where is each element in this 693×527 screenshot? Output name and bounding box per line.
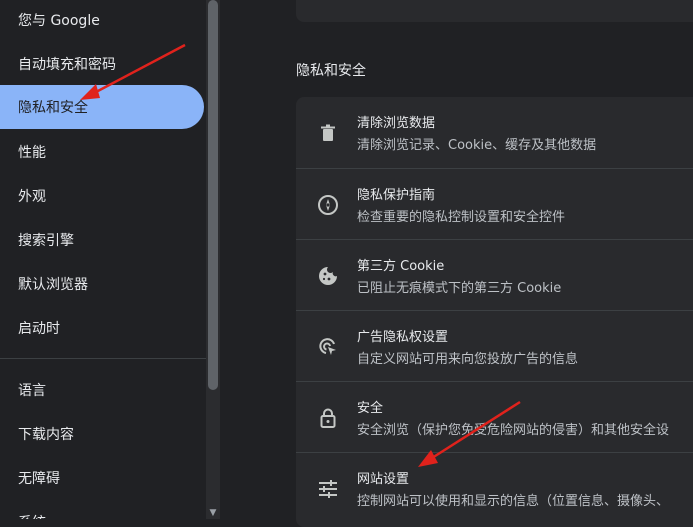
row-description: 已阻止无痕模式下的第三方 Cookie [357, 281, 562, 296]
sidebar-divider [0, 358, 206, 359]
sidebar-scrollbar-thumb[interactable] [208, 0, 218, 390]
sidebar-item-label: 性能 [18, 145, 46, 161]
ad-privacy-row[interactable]: 广告隐私权设置 自定义网站可用来向您投放广告的信息 [296, 310, 693, 381]
sidebar-item-search-engine[interactable]: 搜索引擎 [0, 218, 204, 262]
previous-section-card [296, 0, 693, 22]
trash-icon [316, 121, 340, 145]
sidebar-item-label: 搜索引擎 [18, 233, 74, 249]
sidebar-item-label: 隐私和安全 [18, 100, 88, 116]
sidebar-item-label: 启动时 [18, 321, 60, 337]
sidebar-item-on-startup[interactable]: 启动时 [0, 306, 204, 350]
row-title: 网站设置 [357, 472, 410, 487]
sidebar-item-downloads[interactable]: 下载内容 [0, 412, 204, 456]
row-description: 清除浏览记录、Cookie、缓存及其他数据 [357, 138, 597, 153]
privacy-card: 清除浏览数据 清除浏览记录、Cookie、缓存及其他数据 隐私保护指南 检查重要… [296, 97, 693, 527]
scroll-down-icon[interactable]: ▼ [206, 507, 220, 519]
ad-privacy-icon [316, 335, 340, 359]
sidebar-item-label: 外观 [18, 189, 46, 205]
row-title: 广告隐私权设置 [357, 330, 449, 345]
sidebar-item-label: 语言 [18, 383, 46, 399]
sidebar-item-autofill[interactable]: 自动填充和密码 [0, 42, 204, 86]
security-row[interactable]: 安全 安全浏览（保护您免受危险网站的侵害）和其他安全设 [296, 381, 693, 452]
sidebar-item-label: 您与 Google [18, 13, 100, 29]
row-description: 检查重要的隐私控制设置和安全控件 [357, 210, 566, 225]
cookie-icon [316, 264, 340, 288]
row-description: 控制网站可以使用和显示的信息（位置信息、摄像头、 [357, 494, 670, 509]
row-title: 第三方 Cookie [357, 259, 445, 274]
settings-main: 隐私和安全 清除浏览数据 清除浏览记录、Cookie、缓存及其他数据 隐私保护指… [220, 0, 693, 527]
section-title: 隐私和安全 [296, 63, 366, 79]
compass-icon [316, 193, 340, 217]
row-description: 安全浏览（保护您免受危险网站的侵害）和其他安全设 [357, 423, 670, 438]
privacy-guide-row[interactable]: 隐私保护指南 检查重要的隐私控制设置和安全控件 [296, 168, 693, 239]
sidebar-item-label: 无障碍 [18, 471, 60, 487]
clear-browsing-data-row[interactable]: 清除浏览数据 清除浏览记录、Cookie、缓存及其他数据 [296, 97, 693, 168]
sidebar-item-languages[interactable]: 语言 [0, 368, 204, 412]
sidebar-item-accessibility[interactable]: 无障碍 [0, 456, 204, 500]
sidebar-item-performance[interactable]: 性能 [0, 130, 204, 174]
sidebar-item-default-browser[interactable]: 默认浏览器 [0, 262, 204, 306]
sidebar-item-you-and-google[interactable]: 您与 Google [0, 0, 204, 42]
lock-icon [316, 406, 340, 430]
sidebar-item-label: 下载内容 [18, 427, 74, 443]
sidebar-item-label: 默认浏览器 [18, 277, 88, 293]
row-description: 自定义网站可用来向您投放广告的信息 [357, 352, 579, 367]
sliders-icon [316, 477, 340, 501]
sidebar-item-privacy[interactable]: 隐私和安全 [0, 85, 204, 129]
row-title: 安全 [357, 401, 384, 416]
sidebar-item-system[interactable]: 系统 [0, 500, 204, 519]
sidebar-item-label: 自动填充和密码 [18, 57, 116, 73]
third-party-cookies-row[interactable]: 第三方 Cookie 已阻止无痕模式下的第三方 Cookie [296, 239, 693, 310]
sidebar-item-label: 系统 [18, 512, 46, 519]
site-settings-row[interactable]: 网站设置 控制网站可以使用和显示的信息（位置信息、摄像头、 [296, 452, 693, 523]
row-title: 清除浏览数据 [357, 116, 436, 131]
sidebar-item-appearance[interactable]: 外观 [0, 174, 204, 218]
settings-sidebar: 您与 Google 自动填充和密码 隐私和安全 性能 外观 搜索引擎 默认浏览器… [0, 0, 206, 519]
row-title: 隐私保护指南 [357, 188, 436, 203]
